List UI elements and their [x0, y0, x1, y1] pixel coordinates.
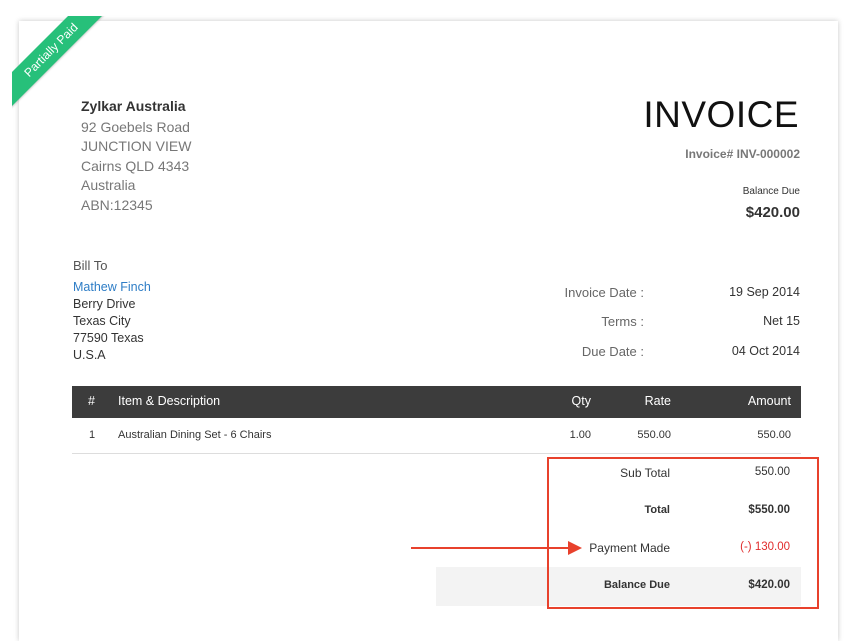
company-address-line: Australia [81, 177, 136, 193]
invoice-title: INVOICE [643, 94, 799, 135]
items-table-header: # Item & Description Qty Rate Amount [72, 386, 801, 418]
highlight-box [547, 457, 819, 609]
company-address-line: 92 Goebels Road [81, 119, 190, 135]
row-item: Australian Dining Set - 6 Chairs [118, 429, 272, 441]
row-amount: 550.00 [757, 429, 791, 441]
balance-due-label: Balance Due [742, 186, 800, 197]
customer-address-line: 77590 Texas [73, 331, 144, 345]
col-header-amount: Amount [747, 394, 791, 408]
customer-address-line: Berry Drive [73, 297, 136, 311]
annotation-arrow-shaft [411, 547, 571, 549]
row-qty: 1.00 [569, 429, 591, 441]
customer-name-link[interactable]: Mathew Finch [73, 280, 151, 294]
invoice-date-value: 19 Sep 2014 [729, 285, 800, 299]
due-date-label: Due Date : [581, 344, 644, 359]
row-divider [72, 453, 801, 454]
arrow-right-icon [568, 541, 582, 555]
customer-address-line: Texas City [73, 314, 131, 328]
bill-to-label: Bill To [73, 258, 108, 273]
col-header-rate: Rate [644, 394, 671, 408]
due-date-value: 04 Oct 2014 [731, 344, 800, 358]
company-address-line: ABN:12345 [81, 197, 153, 213]
terms-label: Terms : [601, 314, 644, 329]
terms-value: Net 15 [763, 314, 800, 328]
customer-address-line: U.S.A [73, 348, 106, 362]
col-header-num: # [88, 394, 95, 408]
row-num: 1 [89, 429, 96, 441]
company-address-line: JUNCTION VIEW [81, 138, 192, 154]
company-name: Zylkar Australia [81, 98, 186, 114]
invoice-date-label: Invoice Date : [564, 285, 645, 300]
col-header-item: Item & Description [118, 394, 221, 408]
balance-due-value: $420.00 [745, 204, 800, 221]
col-header-qty: Qty [571, 394, 591, 408]
row-rate: 550.00 [637, 429, 671, 441]
invoice-number: Invoice# INV-000002 [685, 147, 800, 161]
company-address-line: Cairns QLD 4343 [81, 158, 190, 174]
